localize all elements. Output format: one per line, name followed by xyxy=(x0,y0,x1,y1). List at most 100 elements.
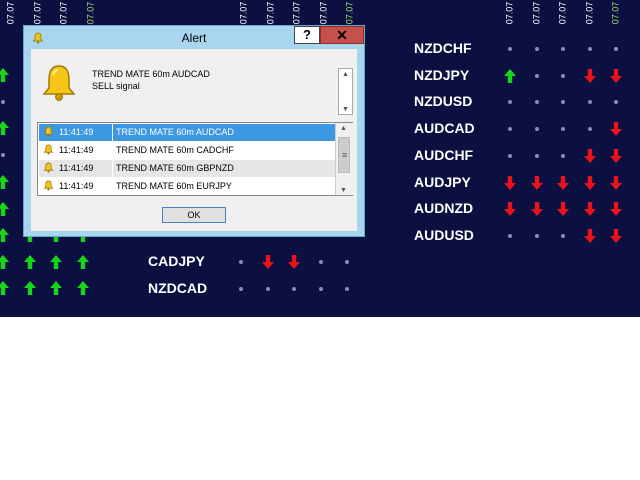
alert-text: TREND MATE 60m GBPNZD xyxy=(116,163,234,173)
date-label: 07.07 xyxy=(31,1,42,25)
up-arrow-icon xyxy=(23,254,36,269)
column-separator xyxy=(112,178,113,195)
neutral-dot-icon xyxy=(287,281,301,297)
neutral-dot-icon xyxy=(1,153,5,158)
neutral-dot-icon xyxy=(292,287,296,291)
alert-list: 11:41:49 TREND MATE 60m AUDCAD 11:41:49 TRE… xyxy=(37,122,353,196)
down-arrow-icon xyxy=(610,175,622,190)
neutral-dot-icon xyxy=(234,254,248,270)
scroll-down-icon[interactable]: ▼ xyxy=(340,187,347,194)
neutral-dot-icon xyxy=(530,228,544,244)
down-arrow-icon xyxy=(583,175,596,190)
date-header: 07.07 xyxy=(317,0,329,25)
neutral-dot-icon xyxy=(556,41,570,57)
neutral-dot-icon xyxy=(556,94,570,110)
down-arrow-icon xyxy=(530,201,544,217)
close-button[interactable]: ✕ xyxy=(320,26,364,44)
neutral-dot-icon xyxy=(503,41,517,57)
down-arrow-icon xyxy=(583,202,596,217)
neutral-dot-icon xyxy=(561,233,565,238)
down-arrow-icon xyxy=(504,175,516,190)
down-arrow-icon xyxy=(583,201,597,217)
neutral-dot-icon xyxy=(239,260,243,264)
neutral-dot-icon xyxy=(556,121,570,137)
down-arrow-icon xyxy=(288,255,300,269)
neutral-dot-icon xyxy=(508,100,512,105)
neutral-dot-icon xyxy=(503,228,517,244)
neutral-dot-icon xyxy=(534,47,539,51)
scroll-up-icon[interactable]: ▲ xyxy=(342,71,349,78)
up-arrow-icon xyxy=(0,228,9,242)
pair-label: AUDJPY xyxy=(414,173,471,190)
date-label: 07.07 xyxy=(238,1,249,25)
neutral-dot-icon xyxy=(508,233,512,238)
alert-time: 11:41:49 xyxy=(59,181,94,191)
message-scrollbar[interactable]: ▲ ▼ xyxy=(338,68,353,115)
up-arrow-icon xyxy=(23,254,37,270)
neutral-dot-icon xyxy=(503,121,517,137)
help-button[interactable]: ? xyxy=(294,26,320,44)
scroll-down-icon[interactable]: ▼ xyxy=(342,106,349,113)
date-label: 07.07 xyxy=(317,1,328,25)
ok-button[interactable]: OK xyxy=(162,207,226,223)
alert-list-row[interactable]: 11:41:49 TREND MATE 60m EURJPY xyxy=(39,178,335,195)
up-arrow-icon xyxy=(0,280,10,296)
alert-time: 11:41:49 xyxy=(59,127,94,137)
scroll-up-icon[interactable]: ▲ xyxy=(340,125,347,132)
down-arrow-icon xyxy=(610,202,622,217)
dialog-titlebar[interactable]: Alert ? ✕ xyxy=(24,26,364,50)
date-label: 07.07 xyxy=(504,1,515,25)
date-header: 07.07 xyxy=(264,0,276,25)
scroll-thumb[interactable]: ≡ xyxy=(338,137,350,173)
bell-icon xyxy=(43,180,54,191)
neutral-dot-icon xyxy=(534,100,539,105)
dialog-body: TREND MATE 60m AUDCAD SELL signal ▲ ▼ 11… xyxy=(31,49,357,231)
down-arrow-icon xyxy=(609,68,623,84)
up-arrow-icon xyxy=(49,280,63,296)
date-label: 07.07 xyxy=(557,1,568,25)
alert-message: TREND MATE 60m AUDCAD xyxy=(92,69,210,79)
down-arrow-icon xyxy=(609,121,623,137)
neutral-dot-icon xyxy=(345,287,349,291)
down-arrow-icon xyxy=(583,148,597,164)
alert-time: 11:41:49 xyxy=(59,163,94,173)
neutral-dot-icon xyxy=(561,153,565,158)
date-header: 07.07 xyxy=(344,0,355,25)
date-header: 07.07 xyxy=(291,0,302,25)
neutral-dot-icon xyxy=(609,94,623,110)
date-header: 07.07 xyxy=(31,0,43,25)
list-scrollbar[interactable]: ▲ ≡ ▼ xyxy=(335,123,353,195)
neutral-dot-icon xyxy=(614,47,618,51)
neutral-dot-icon xyxy=(534,233,539,238)
down-arrow-icon xyxy=(557,202,569,217)
down-arrow-icon xyxy=(504,202,516,217)
date-header: 07.07 xyxy=(58,0,69,25)
alert-time: 11:41:49 xyxy=(59,145,94,155)
date-label: 07.07 xyxy=(264,1,275,25)
up-arrow-icon xyxy=(0,201,9,216)
alert-list-row[interactable]: 11:41:49 TREND MATE 60m GBPNZD xyxy=(39,160,335,177)
neutral-dot-icon xyxy=(0,94,10,110)
neutral-dot-icon xyxy=(314,281,328,297)
down-arrow-icon xyxy=(610,228,622,243)
up-arrow-icon xyxy=(0,281,9,295)
neutral-dot-icon xyxy=(340,281,354,297)
alert-list-row[interactable]: 11:41:49 TREND MATE 60m AUDCAD xyxy=(39,124,335,141)
date-label: 07.07 xyxy=(530,1,541,25)
neutral-dot-icon xyxy=(1,99,5,104)
date-header: 07.07 xyxy=(85,0,96,25)
neutral-dot-icon xyxy=(314,254,328,270)
bell-icon xyxy=(43,162,54,173)
bell-icon xyxy=(43,144,54,155)
down-arrow-icon xyxy=(530,175,543,190)
pair-label: NZDCAD xyxy=(148,280,208,296)
bell-icon xyxy=(42,65,76,101)
alert-list-row[interactable]: 11:41:49 TREND MATE 60m CADCHF xyxy=(39,142,335,159)
down-arrow-icon xyxy=(261,255,274,269)
date-header: 07.07 xyxy=(238,0,249,25)
neutral-dot-icon xyxy=(508,153,512,158)
bell-icon xyxy=(43,126,54,137)
neutral-dot-icon xyxy=(614,100,618,105)
neutral-dot-icon xyxy=(530,41,544,57)
up-arrow-icon xyxy=(0,121,9,136)
